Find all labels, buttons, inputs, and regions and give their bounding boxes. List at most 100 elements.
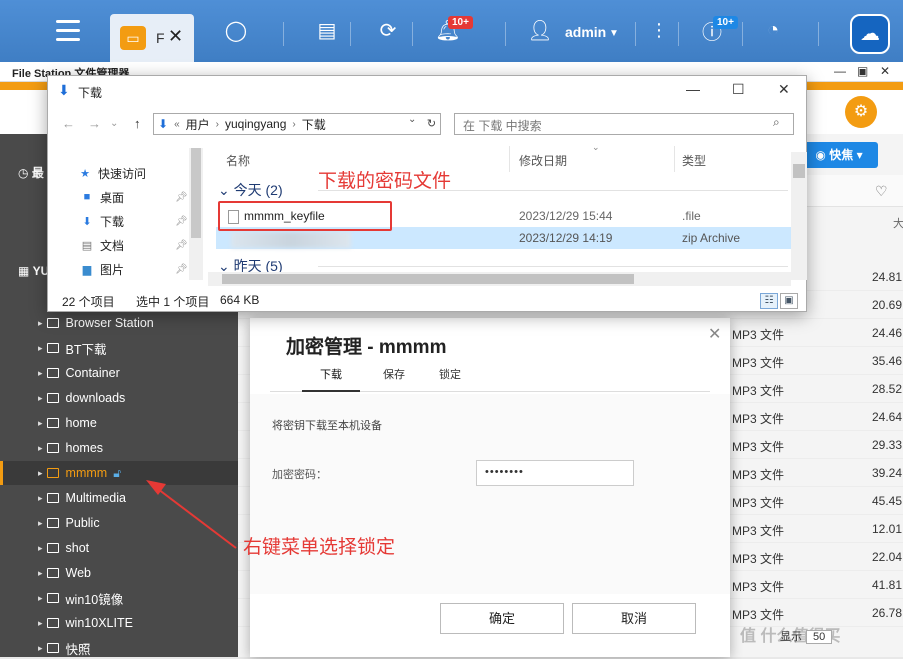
row-size: 39.24 xyxy=(872,466,903,480)
user-name[interactable]: admin xyxy=(565,24,606,40)
snapshot-icon xyxy=(46,643,59,653)
cloud-icon[interactable]: ☁ xyxy=(850,14,890,54)
chevron-down-icon[interactable]: ▼ xyxy=(609,28,619,39)
up-icon[interactable]: ↑ xyxy=(134,116,141,131)
sidebar-header-recent[interactable]: ◷ 最 xyxy=(18,164,44,181)
row-size: 22.04 xyxy=(872,550,903,564)
folder-icon xyxy=(46,618,59,628)
sort-caret-icon: ⌄ xyxy=(592,142,600,152)
sidebar-item-win10xlite[interactable]: ▸ win10XLITE xyxy=(38,612,238,634)
sidebar-item-downloads[interactable]: ▸ downloads xyxy=(38,387,238,409)
back-icon[interactable]: ← xyxy=(62,116,75,131)
user-icon[interactable]: 👤︎ xyxy=(524,14,556,46)
dashboard-icon[interactable]: ◔ xyxy=(757,14,789,46)
file-type: .file xyxy=(682,209,701,223)
folder-icon xyxy=(46,568,59,578)
folder-icon xyxy=(46,343,59,353)
more-options-icon[interactable]: ⋮ xyxy=(643,14,675,46)
selected-count: 选中 1 个项目 xyxy=(136,295,210,309)
sidebar-item-multimedia[interactable]: ▸ Multimedia xyxy=(38,487,238,509)
close-icon[interactable]: ✕ xyxy=(880,64,890,78)
folder-icon xyxy=(46,368,59,378)
pin-icon[interactable]: 📌︎ xyxy=(175,216,188,227)
breadcrumb-user[interactable]: yuqingyang xyxy=(225,117,286,131)
close-icon[interactable]: ✕ xyxy=(778,81,790,98)
column-modified[interactable]: 修改日期 xyxy=(519,152,567,169)
maximize-icon[interactable]: ☐ xyxy=(732,81,745,98)
media-icon[interactable]: ▤ xyxy=(311,14,343,46)
nav-scrollbar-thumb[interactable] xyxy=(191,148,201,238)
pin-icon[interactable]: 📌︎ xyxy=(175,192,188,203)
sidebar-header-volume[interactable]: ▦ YU xyxy=(18,264,49,278)
picture-icon: ▆ xyxy=(82,263,92,276)
nav-quick-access[interactable]: ★ 快速访问 xyxy=(78,162,198,184)
close-icon[interactable]: ✕ xyxy=(708,324,721,344)
pagination: 显示 50 xyxy=(780,628,833,644)
pin-icon[interactable]: 📌︎ xyxy=(175,264,188,275)
file-type: zip Archive xyxy=(682,231,741,245)
column-type[interactable]: 类型 xyxy=(682,152,706,169)
folder-icon xyxy=(46,318,59,328)
column-header-size[interactable]: 大 xyxy=(893,215,903,231)
breadcrumb-users[interactable]: 用户 xyxy=(186,116,210,133)
search-icon[interactable]: ⌕ xyxy=(773,115,780,130)
pin-icon[interactable]: 📌︎ xyxy=(175,240,188,251)
breadcrumb-downloads[interactable]: 下载 xyxy=(302,116,326,133)
password-label: 加密密码： xyxy=(272,469,327,481)
active-row-marker xyxy=(0,461,3,485)
sidebar-item-homes[interactable]: ▸ homes xyxy=(38,437,238,459)
forward-icon[interactable]: → xyxy=(88,116,101,131)
page-size-select[interactable]: 50 xyxy=(806,630,833,644)
file-hscrollbar-thumb[interactable] xyxy=(222,274,634,284)
cancel-button[interactable]: 取消 xyxy=(572,603,696,634)
details-view-icon[interactable]: ☷ xyxy=(760,293,778,309)
group-today[interactable]: ⌄ 今天 (2) xyxy=(218,180,283,200)
download-arrow-icon: ⬇ xyxy=(82,215,92,228)
annotation-keyfile: 下载的密码文件 xyxy=(318,171,452,192)
row-type: MP3 文件 xyxy=(732,356,785,370)
folder-icon xyxy=(46,493,59,503)
sidebar-item-browser-station[interactable]: ▸ Browser Station xyxy=(38,312,238,334)
sidebar-item-mmmm[interactable]: ▸ mmmm 🔓︎ xyxy=(38,462,238,484)
favorite-icon[interactable]: ♡ xyxy=(875,183,888,200)
column-name[interactable]: 名称 xyxy=(226,152,250,169)
sidebar-item-snapshot[interactable]: ▸ 快照 xyxy=(38,637,238,659)
row-type: MP3 文件 xyxy=(732,552,785,566)
address-bar[interactable]: ⬇ « 用户 › yuqingyang › 下载 xyxy=(153,113,441,135)
annotation-menu: 右键菜单选择锁定 xyxy=(243,537,396,558)
sidebar-item-shot[interactable]: ▸ shot xyxy=(38,537,238,559)
password-field[interactable]: •••••••• xyxy=(476,460,634,486)
folder-icon xyxy=(46,443,59,453)
row-size: 28.52 xyxy=(872,382,903,396)
minimize-icon[interactable]: — xyxy=(686,81,700,97)
row-type: MP3 文件 xyxy=(732,580,785,594)
main-menu-icon[interactable] xyxy=(52,14,84,46)
sidebar-item-win10-image[interactable]: ▸ win10镜像 xyxy=(38,587,238,609)
maximize-icon[interactable]: ▣ xyxy=(857,64,868,78)
minimize-icon[interactable]: — xyxy=(834,64,846,78)
quick-button[interactable]: ◉ 快焦 ▾ xyxy=(800,142,878,168)
tab-download[interactable]: 下载 xyxy=(302,368,360,392)
file-vscrollbar-thumb[interactable] xyxy=(793,164,805,178)
tab-save[interactable]: 保存 xyxy=(366,368,422,392)
chevron-down-icon[interactable]: ⌄ xyxy=(110,118,118,129)
notification-badge: 10+ xyxy=(448,16,473,29)
sync-icon[interactable]: ⟳ xyxy=(372,14,404,46)
sidebar-item-web[interactable]: ▸ Web xyxy=(38,562,238,584)
row-size: 12.01 xyxy=(872,522,903,536)
search-input[interactable]: 在 下载 中搜索 xyxy=(454,113,794,135)
thumbnail-view-icon[interactable]: ▣ xyxy=(780,293,798,309)
sidebar-item-home[interactable]: ▸ home xyxy=(38,412,238,434)
row-type: MP3 文件 xyxy=(732,440,785,454)
settings-icon[interactable]: ⚙ xyxy=(845,96,877,128)
close-tab-icon[interactable]: ✕ xyxy=(168,26,183,47)
ok-button[interactable]: 确定 xyxy=(440,603,564,634)
address-dropdown-icon[interactable]: ⌄ xyxy=(408,114,416,125)
sidebar-item-container[interactable]: ▸ Container xyxy=(38,362,238,384)
search-icon[interactable]: ◯ xyxy=(220,14,252,46)
sidebar-item-bt-download[interactable]: ▸ BT下载 xyxy=(38,337,238,359)
refresh-icon[interactable]: ↻ xyxy=(423,113,441,135)
file-station-taskbar-tab[interactable]: ▭ F ✕ xyxy=(110,14,194,62)
sidebar-item-public[interactable]: ▸ Public xyxy=(38,512,238,534)
tab-lock[interactable]: 锁定 xyxy=(420,368,480,392)
